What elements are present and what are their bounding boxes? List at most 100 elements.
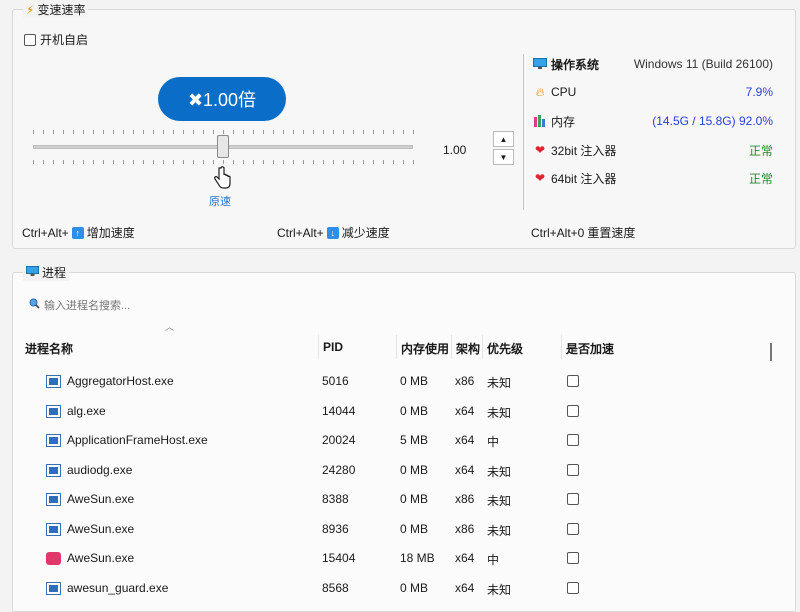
process-arch: x86 xyxy=(455,374,475,388)
slider-tick xyxy=(313,130,314,134)
process-pid: 5016 xyxy=(322,374,349,388)
table-row[interactable]: awesun_guard.exe 8568 0 MB x64 未知 xyxy=(13,574,773,604)
slider-tick xyxy=(193,160,194,164)
accelerate-checkbox[interactable] xyxy=(567,552,579,564)
accelerate-checkbox[interactable] xyxy=(567,493,579,505)
slider-tick xyxy=(243,130,244,134)
process-priority: 未知 xyxy=(487,464,512,479)
hotkey-prefix: Ctrl+Alt+0 xyxy=(531,225,585,240)
slider-tick xyxy=(173,160,174,164)
slider-tick xyxy=(383,160,384,164)
slider-tick xyxy=(403,160,404,164)
sysinfo-label: 64bit 注入器 xyxy=(551,171,617,186)
arrow-down-icon: ↓ xyxy=(326,226,339,239)
heart-icon: ❤ xyxy=(534,143,546,157)
slider-tick xyxy=(123,160,124,164)
speed-group: ⚡ 变速速率 开机自启 ✖1.00倍 原速 1.00 ▲ ▼ 操作系统 Wind… xyxy=(12,2,796,249)
hand-cursor-icon xyxy=(214,166,231,189)
spinner-down-button[interactable]: ▼ xyxy=(493,149,514,165)
slider-tick xyxy=(103,130,104,134)
sysinfo-label: 32bit 注入器 xyxy=(551,143,617,158)
slider-tick xyxy=(83,130,84,134)
slider-tick xyxy=(233,160,234,164)
window-app-icon xyxy=(46,404,61,418)
accelerate-checkbox[interactable] xyxy=(567,581,579,594)
search-input[interactable]: 输入进程名搜索... xyxy=(44,297,130,313)
slider-thumb[interactable] xyxy=(217,135,229,158)
column-header-name[interactable]: 进程名称 xyxy=(25,340,73,357)
process-pid: 8568 xyxy=(322,580,349,595)
vertical-divider xyxy=(523,54,524,210)
sysinfo-label: CPU xyxy=(551,85,577,99)
process-name: alg.exe xyxy=(67,403,106,418)
slider-tick xyxy=(53,160,54,164)
slider-tick xyxy=(263,130,264,134)
arrow-up-icon: ↑ xyxy=(71,226,84,239)
column-header-arch[interactable]: 架构 xyxy=(456,340,480,357)
column-header-pid[interactable]: PID xyxy=(323,340,343,354)
accelerate-checkbox[interactable] xyxy=(567,463,579,476)
column-separator xyxy=(396,335,397,359)
slider-tick xyxy=(333,130,334,134)
slider-tick xyxy=(63,160,64,164)
slider-tick xyxy=(303,130,304,134)
autostart-label: 开机自启 xyxy=(40,33,89,47)
process-search[interactable]: 输入进程名搜索... xyxy=(29,297,130,313)
process-priority: 未知 xyxy=(487,523,512,538)
slider-tick xyxy=(403,130,404,134)
slider-tick xyxy=(213,160,214,164)
speed-spinner[interactable]: ▲ ▼ xyxy=(493,131,514,166)
process-arch: x64 xyxy=(455,433,475,447)
slider-tick xyxy=(323,160,324,164)
slider-tick xyxy=(253,160,254,164)
process-arch: x86 xyxy=(455,521,475,536)
sysinfo-memory: 内存 (14.5G / 15.8G) 92.0% xyxy=(533,111,773,131)
hotkey-prefix: Ctrl+Alt+ xyxy=(22,225,69,240)
slider-tick xyxy=(303,160,304,164)
column-resize-handle[interactable] xyxy=(770,343,772,361)
column-header-priority[interactable]: 优先级 xyxy=(487,340,523,357)
process-memory: 0 MB xyxy=(400,462,429,477)
speed-multiplier-button[interactable]: ✖1.00倍 xyxy=(158,77,286,121)
accelerate-checkbox[interactable] xyxy=(567,434,579,446)
table-row[interactable]: audiodg.exe 24280 0 MB x64 未知 xyxy=(13,456,773,486)
slider-tick xyxy=(213,130,214,134)
autostart-checkbox[interactable]: 开机自启 xyxy=(24,31,88,48)
autostart-checkbox-box[interactable] xyxy=(24,33,36,46)
process-pid: 8388 xyxy=(322,492,349,506)
slider-tick xyxy=(373,130,374,134)
column-header-accelerate[interactable]: 是否加速 xyxy=(566,340,614,357)
sysinfo-value: Windows 11 (Build 26100) xyxy=(633,57,773,71)
table-row[interactable]: AweSun.exe 8936 0 MB x86 未知 xyxy=(13,515,773,545)
process-group-title: 进程 xyxy=(23,265,70,281)
table-row[interactable]: AggregatorHost.exe 5016 0 MB x86 未知 xyxy=(13,367,773,397)
process-priority: 未知 xyxy=(487,494,512,508)
process-memory: 0 MB xyxy=(400,521,429,536)
accelerate-checkbox[interactable] xyxy=(567,375,579,387)
slider-tick xyxy=(353,160,354,164)
process-name: AweSun.exe xyxy=(67,521,135,536)
slider-ticks-top xyxy=(33,130,414,134)
slider-tick xyxy=(323,130,324,134)
hotkey-label: 增加速度 xyxy=(86,226,135,240)
accelerate-checkbox[interactable] xyxy=(567,404,579,417)
process-priority: 中 xyxy=(487,435,500,449)
process-pid: 24280 xyxy=(322,462,356,477)
slider-tick xyxy=(163,130,164,134)
speed-slider[interactable] xyxy=(33,128,414,164)
hotkey-decrease: Ctrl+Alt+ ↓ 减少速度 xyxy=(277,224,390,241)
slider-tick xyxy=(393,160,394,164)
spinner-up-button[interactable]: ▲ xyxy=(493,131,514,147)
table-row[interactable]: ApplicationFrameHost.exe 20024 5 MB x64 … xyxy=(13,426,773,456)
slider-tick xyxy=(243,160,244,164)
slider-tick xyxy=(223,160,224,164)
table-row[interactable]: AweSun.exe 8388 0 MB x86 未知 xyxy=(13,485,773,515)
slider-tick xyxy=(283,160,284,164)
slider-tick xyxy=(113,130,114,134)
column-header-memory[interactable]: 内存使用 xyxy=(401,340,449,357)
window-app-icon xyxy=(46,581,61,595)
accelerate-checkbox[interactable] xyxy=(567,522,579,535)
default-speed-link[interactable]: 原速 xyxy=(209,193,231,209)
table-row[interactable]: AweSun.exe 15404 18 MB x64 中 xyxy=(13,544,773,574)
table-row[interactable]: alg.exe 14044 0 MB x64 未知 xyxy=(13,397,773,427)
